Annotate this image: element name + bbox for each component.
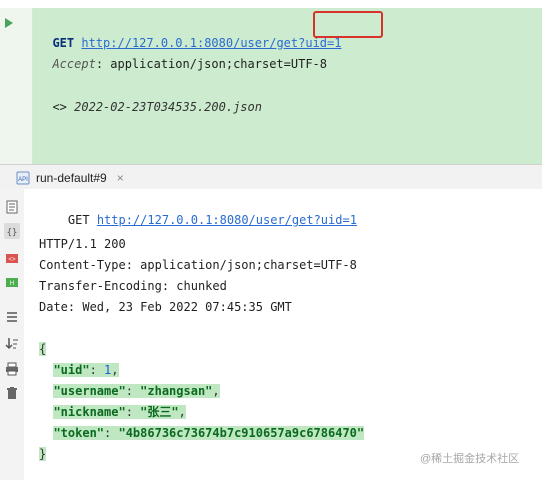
json-field-username: "username": "zhangsan", xyxy=(53,384,220,398)
tab-run-default[interactable]: API run-default#9 × xyxy=(16,169,124,187)
response-ref-file[interactable]: 2022-02-23T034535.200.json xyxy=(74,100,262,114)
editor-gutter xyxy=(0,8,33,164)
json-value: "zhangsan" xyxy=(140,384,213,398)
header-transfer-encoding: Transfer-Encoding: chunked xyxy=(39,279,227,293)
response-toolbar: {} <> H xyxy=(0,189,25,480)
request-header-value: : application/json;charset=UTF-8 xyxy=(95,57,327,71)
json-key: "username" xyxy=(53,384,126,398)
editor-top-strip xyxy=(0,0,542,8)
svg-text:{}: {} xyxy=(7,228,18,238)
json-key: "nickname" xyxy=(53,405,126,419)
response-request-url[interactable]: http://127.0.0.1:8080/user/get?uid=1 xyxy=(97,213,357,227)
json-view-icon[interactable]: {} xyxy=(4,223,20,239)
request-header-line[interactable]: Accept: application/json;charset=UTF-8 xyxy=(38,37,327,73)
json-value: "张三" xyxy=(140,405,179,419)
api-run-icon: API xyxy=(16,171,30,185)
json-field-nickname: "nickname": "张三", xyxy=(53,405,186,419)
response-viewer[interactable]: GET http://127.0.0.1:8080/user/get?uid=1… xyxy=(24,189,542,480)
header-content-type: Content-Type: application/json;charset=U… xyxy=(39,258,357,272)
watermark: @稀土掘金技术社区 xyxy=(420,453,520,465)
json-key: "uid" xyxy=(53,363,90,377)
request-header-name: Accept xyxy=(52,57,96,71)
api-icon-text: API xyxy=(18,177,28,183)
delete-icon[interactable] xyxy=(4,385,20,401)
header-date: Date: Wed, 23 Feb 2022 07:45:35 GMT xyxy=(39,300,292,314)
run-tool-window-tabs: API run-default#9 × xyxy=(0,164,542,190)
json-close-brace: } xyxy=(39,447,47,461)
response-request-method: GET xyxy=(67,213,90,227)
soft-wrap-icon[interactable] xyxy=(4,309,20,325)
json-key: "token" xyxy=(53,426,105,440)
json-field-token: "token": "4b86736c73674b7c910657a9c67864… xyxy=(53,426,365,440)
svg-text:H: H xyxy=(10,281,14,287)
tab-label: run-default#9 xyxy=(36,171,107,185)
print-icon[interactable] xyxy=(4,361,20,377)
sort-icon[interactable] xyxy=(4,335,20,351)
json-value: "4b86736c73674b7c910657a9c6786470" xyxy=(118,426,365,440)
html-view-icon-2[interactable]: H xyxy=(4,273,20,289)
document-icon[interactable] xyxy=(4,199,20,215)
response-reference-line[interactable]: <> 2022-02-23T034535.200.json xyxy=(38,80,262,116)
response-ref-prefix: <> xyxy=(52,100,67,114)
html-view-icon[interactable]: <> xyxy=(4,249,20,265)
svg-text:<>: <> xyxy=(8,257,16,263)
tab-close-icon[interactable]: × xyxy=(117,171,124,185)
run-request-icon[interactable] xyxy=(5,18,13,28)
status-line: HTTP/1.1 200 xyxy=(39,237,126,251)
json-open-brace: { xyxy=(39,342,47,356)
query-highlight-box xyxy=(313,11,383,38)
json-field-uid: "uid": 1, xyxy=(53,363,119,377)
